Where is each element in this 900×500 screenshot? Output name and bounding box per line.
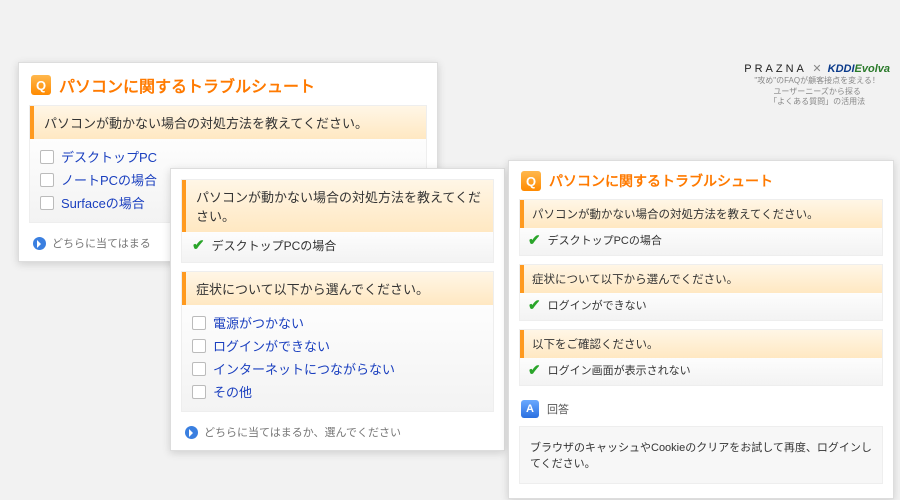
selected-answer: デスクトップPCの場合 xyxy=(548,232,662,248)
option-other[interactable]: その他 xyxy=(192,380,483,403)
hint-arrow-icon xyxy=(185,426,198,439)
brand-prazna: PRAZNA xyxy=(744,63,806,75)
q-badge-icon: Q xyxy=(521,171,541,191)
panel-title: パソコンに関するトラブルシュート xyxy=(549,171,773,191)
hint-text: どちらに当てはまる xyxy=(52,235,151,251)
q-badge-icon: Q xyxy=(31,75,51,95)
header-branding: PRAZNA ✕ KDDIEvolva "攻め"のFAQが顧客接点を変える！ ユ… xyxy=(744,62,890,107)
option-no-login[interactable]: ログインができない xyxy=(192,334,483,357)
header-tag1: "攻め"のFAQが顧客接点を変える！ xyxy=(744,76,890,86)
hint-text: どちらに当てはまるか、選んでください xyxy=(204,424,401,440)
selected-answer: ログインができない xyxy=(548,297,647,313)
selected-answer: デスクトップPCの場合 xyxy=(212,237,337,254)
header-tag2: ユーザーニーズから探る xyxy=(744,87,890,97)
symptom-prompt: 症状について以下から選んでください。 xyxy=(182,272,493,305)
option-desktop[interactable]: デスクトップPC xyxy=(40,145,416,168)
checkbox-icon[interactable] xyxy=(40,196,54,210)
panel-title: パソコンに関するトラブルシュート xyxy=(59,73,315,97)
selected-answer: ログイン画面が表示されない xyxy=(548,362,691,378)
answer-title: 回答 xyxy=(547,401,569,417)
checkbox-icon[interactable] xyxy=(192,339,206,353)
question-prompt: パソコンが動かない場合の対処方法を教えてください。 xyxy=(182,180,493,232)
checkbox-icon[interactable] xyxy=(192,316,206,330)
question-prompt: パソコンが動かない場合の対処方法を教えてください。 xyxy=(520,200,882,228)
check-icon: ✔ xyxy=(528,361,541,379)
brand-kddi: KDDI xyxy=(828,63,855,75)
panel-step2: パソコンが動かない場合の対処方法を教えてください。 ✔ デスクトップPCの場合 症… xyxy=(170,168,505,451)
check-icon: ✔ xyxy=(192,236,205,254)
check-icon: ✔ xyxy=(528,231,541,249)
option-no-internet[interactable]: インターネットにつながらない xyxy=(192,357,483,380)
brand-x: ✕ xyxy=(812,63,821,75)
header-tag3: 「よくある質問」の活用法 xyxy=(744,97,890,107)
checkbox-icon[interactable] xyxy=(192,362,206,376)
option-no-power[interactable]: 電源がつかない xyxy=(192,311,483,334)
checkbox-icon[interactable] xyxy=(40,150,54,164)
panel-step3: Q パソコンに関するトラブルシュート パソコンが動かない場合の対処方法を教えてく… xyxy=(508,160,894,499)
check-icon: ✔ xyxy=(528,296,541,314)
brand-evolva: Evolva xyxy=(855,63,890,75)
confirm-prompt: 以下をご確認ください。 xyxy=(520,330,882,358)
a-badge-icon: A xyxy=(521,400,539,418)
checkbox-icon[interactable] xyxy=(40,173,54,187)
answer-body: ブラウザのキャッシュやCookieのクリアをお試して再度、ログインしてください。 xyxy=(519,426,883,484)
symptom-prompt: 症状について以下から選んでください。 xyxy=(520,265,882,293)
checkbox-icon[interactable] xyxy=(192,385,206,399)
question-prompt: パソコンが動かない場合の対処方法を教えてください。 xyxy=(30,106,426,139)
hint-arrow-icon xyxy=(33,237,46,250)
